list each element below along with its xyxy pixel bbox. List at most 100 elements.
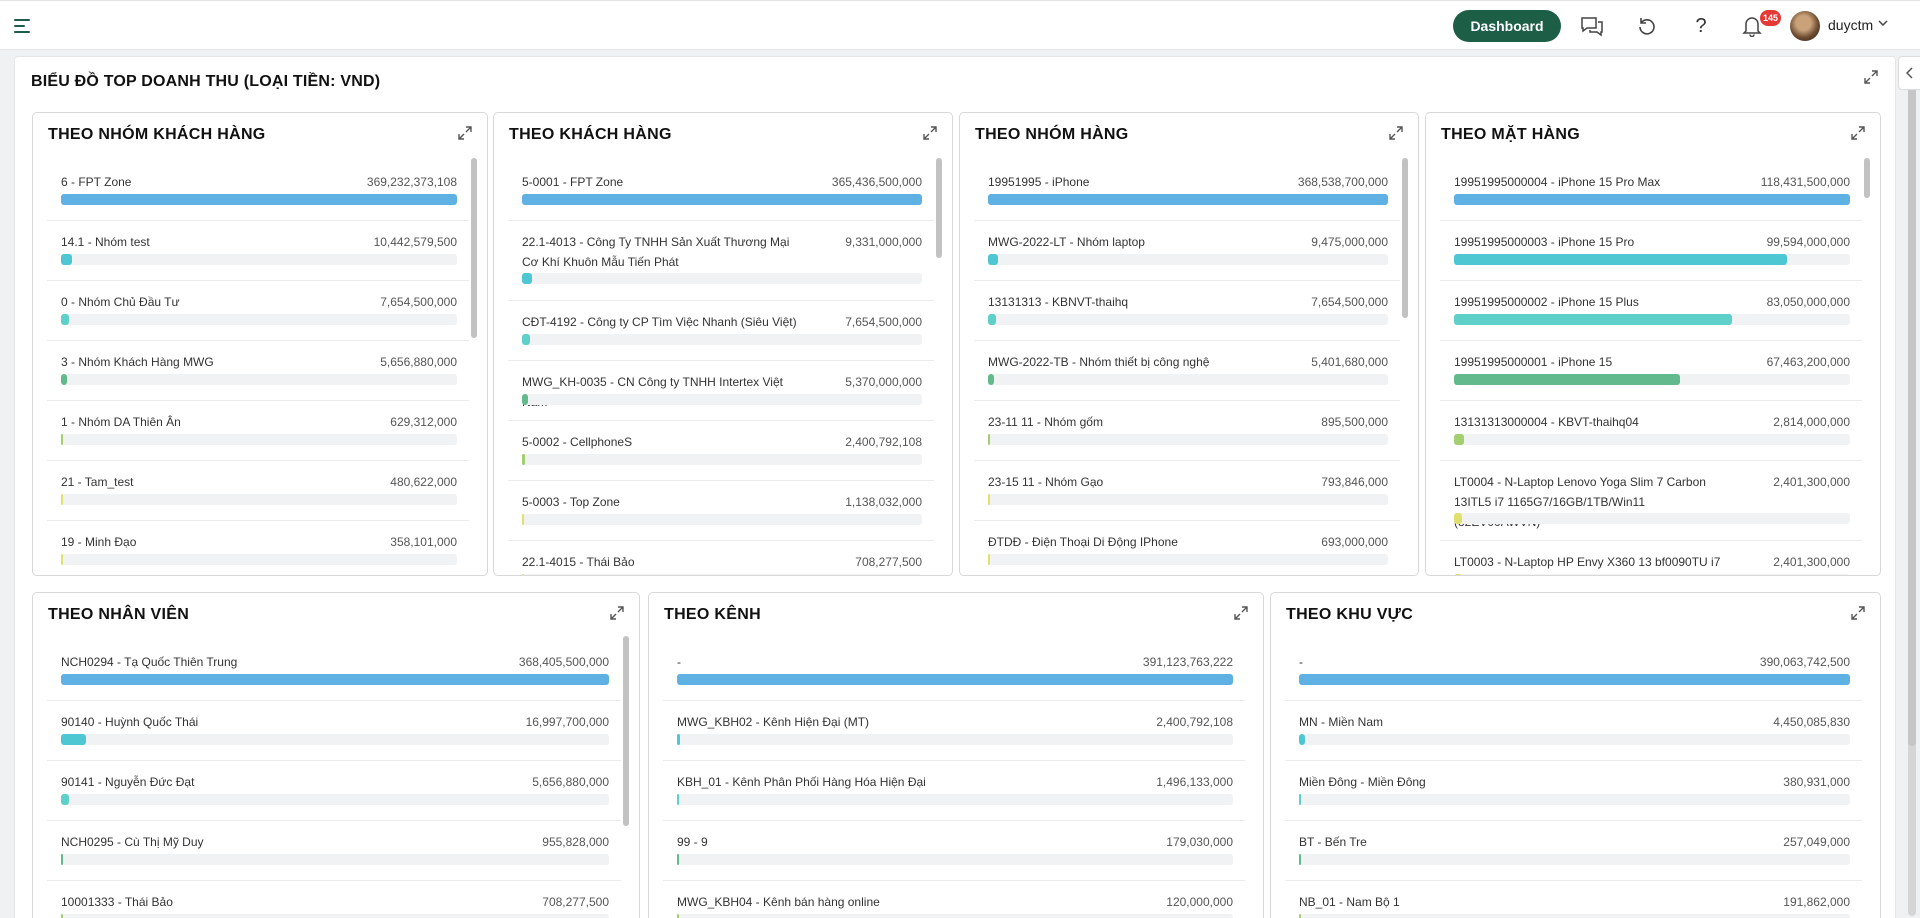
bar-value: 5,656,880,000 [380,355,457,369]
bar-row[interactable]: 19951995000002 - iPhone 15 Plus 83,050,00… [1440,281,1862,341]
bar-row[interactable]: MWG_KH-0035 - CN Công ty TNHH Intertex V… [508,361,934,421]
panel-scrollbar[interactable] [936,158,942,258]
bar-row[interactable]: 99 - 9 179,030,000 [663,821,1245,881]
bar-row[interactable]: 21 - Tam_test 480,622,000 [47,461,469,521]
dashboard-button[interactable]: Dashboard [1453,10,1561,42]
chat-icon[interactable] [1579,13,1605,39]
bar-fill [61,674,609,685]
bar-row[interactable]: Miền Đông - Miền Đông 380,931,000 [1285,761,1862,821]
bar-fill [988,194,1388,205]
bar-track [522,574,922,575]
bar-row[interactable]: 13131313000004 - KBVT-thaihq04 2,814,000,… [1440,401,1862,461]
bar-fill [61,794,69,805]
panel-expand-button[interactable] [1848,603,1868,623]
bar-row[interactable]: 14.1 - Nhóm test 10,442,579,500 [47,221,469,281]
bar-row[interactable]: 19951995000003 - iPhone 15 Pro 99,594,000… [1440,221,1862,281]
bar-row[interactable]: 10001333 - Thái Bảo 708,277,500 [47,881,621,918]
bar-fill [1299,794,1301,805]
bar-row[interactable]: 19951995000004 - iPhone 15 Pro Max 118,43… [1440,161,1862,221]
panel-title: THEO KHÁCH HÀNG [509,126,672,143]
bar-row[interactable]: 90141 - Nguyễn Đức Đạt 5,656,880,000 [47,761,621,821]
bar-row[interactable]: 19 - Minh Đạo 358,101,000 [47,521,469,575]
bar-list: 5-0001 - FPT Zone 365,436,500,000 22.1-401… [508,161,934,575]
bar-row[interactable]: 5-0003 - Top Zone 1,138,032,000 [508,481,934,541]
bar-row[interactable]: 6 - FPT Zone 369,232,373,108 [47,161,469,221]
page-scrollbar-thumb[interactable] [1908,56,1916,746]
page-scrollbar[interactable] [1908,56,1916,916]
bar-value: 365,436,500,000 [831,175,922,189]
bar-row[interactable]: MWG_KBH02 - Kênh Hiện Đại (MT) 2,400,792,… [663,701,1245,761]
bar-value: 118,431,500,000 [1760,175,1850,189]
bar-fill [1299,914,1301,918]
bar-row[interactable]: NCH0294 - Tạ Quốc Thiên Trung 368,405,500… [47,641,621,701]
bar-row[interactable]: 0 - Nhóm Chủ Đầu Tư 7,654,500,000 [47,281,469,341]
bar-label: NCH0295 - Cù Thị Mỹ Duy [61,835,204,849]
collapse-sidebar-button[interactable] [1898,56,1920,90]
panel-customer: THEO KHÁCH HÀNG 5-0001 - FPT Zone 365,436,… [493,112,953,576]
bar-row[interactable]: 22.1-4015 - Thái Bảo 708,277,500 [508,541,934,575]
panel-scrollbar[interactable] [1864,158,1870,198]
bar-row[interactable]: 90140 - Huỳnh Quốc Thái 16,997,700,000 [47,701,621,761]
bar-value: 67,463,200,000 [1766,355,1850,369]
bar-row[interactable]: - 390,063,742,500 [1285,641,1862,701]
expand-icon[interactable] [1863,69,1879,85]
panel-expand-button[interactable] [1848,123,1868,143]
user-name[interactable]: duyctm [1828,17,1873,33]
panel-expand-button[interactable] [920,123,940,143]
refresh-icon[interactable] [1634,13,1660,39]
bar-row[interactable]: 19951995 - iPhone 368,538,700,000 [974,161,1400,221]
bar-row[interactable]: 5-0001 - FPT Zone 365,436,500,000 [508,161,934,221]
panel-expand-button[interactable] [1386,123,1406,143]
bar-row[interactable]: NB_01 - Nam Bộ 1 191,862,000 [1285,881,1862,918]
bar-fill [61,374,67,385]
bar-row[interactable]: 13131313 - KBNVT-thaihq 7,654,500,000 [974,281,1400,341]
bar-value: 7,654,500,000 [1311,295,1388,309]
panel-expand-button[interactable] [1231,603,1251,623]
bar-track [522,194,922,205]
bar-row[interactable]: LT0003 - N-Laptop HP Envy X360 13 bf0090… [1440,541,1862,575]
bar-row[interactable]: CĐT-4192 - Công ty CP Tìm Việc Nhanh (Si… [508,301,934,361]
bar-list: 6 - FPT Zone 369,232,373,108 14.1 - Nhóm t… [47,161,469,575]
menu-icon[interactable] [14,17,34,35]
bar-row[interactable]: LT0004 - N-Laptop Lenovo Yoga Slim 7 Car… [1440,461,1862,541]
chevron-left-icon [1905,67,1913,79]
bar-list: - 391,123,763,222 MWG_KBH02 - Kênh Hiện Đạ… [663,641,1245,918]
panel-expand-button[interactable] [607,603,627,623]
bar-row[interactable]: 1 - Nhóm DA Thiên Ân 629,312,000 [47,401,469,461]
bar-label: 0 - Nhóm Chủ Đầu Tư [61,295,180,309]
avatar[interactable] [1790,11,1820,41]
page-title: BIỂU ĐỒ TOP DOANH THU (LOẠI TIỀN: VND) [31,73,381,90]
bar-fill [1454,434,1464,445]
bar-label: 14.1 - Nhóm test [61,235,150,249]
bar-value: 2,814,000,000 [1773,415,1850,429]
bar-fill [61,494,63,505]
bar-row[interactable]: 23-11 11 - Nhóm gốm 895,500,000 [974,401,1400,461]
panel-scrollbar[interactable] [623,636,629,826]
bar-row[interactable]: MWG-2022-TB - Nhóm thiết bị công nghệ 5,4… [974,341,1400,401]
bar-row[interactable]: MN - Miền Nam 4,450,085,830 [1285,701,1862,761]
bar-row[interactable]: ĐTDĐ - Điện Thoại Di Động IPhone 693,000,… [974,521,1400,575]
bar-row[interactable]: BT - Bến Tre 257,049,000 [1285,821,1862,881]
help-icon[interactable]: ? [1688,13,1714,39]
panel-expand-button[interactable] [455,123,475,143]
bar-row[interactable]: - 391,123,763,222 [663,641,1245,701]
bar-row[interactable]: 19951995000001 - iPhone 15 67,463,200,000 [1440,341,1862,401]
bar-row[interactable]: KBH_01 - Kênh Phân Phối Hàng Hóa Hiện Đạ… [663,761,1245,821]
expand-icon [1234,606,1248,620]
bar-row[interactable]: 5-0002 - CellphoneS 2,400,792,108 [508,421,934,481]
bar-fill [522,574,524,575]
chevron-down-icon[interactable] [1878,20,1888,27]
bar-row[interactable]: NCH0295 - Cù Thị Mỹ Duy 955,828,000 [47,821,621,881]
bar-label: 13131313000004 - KBVT-thaihq04 [1454,415,1639,429]
bar-row[interactable]: 23-15 11 - Nhóm Gạo 793,846,000 [974,461,1400,521]
panel-title: THEO MẶT HÀNG [1441,126,1581,143]
bar-row[interactable]: 3 - Nhóm Khách Hàng MWG 5,656,880,000 [47,341,469,401]
panel-product-group: THEO NHÓM HÀNG 19951995 - iPhone 368,538,7… [959,112,1419,576]
panel-scrollbar[interactable] [1402,158,1408,318]
bar-row[interactable]: MWG-2022-LT - Nhóm laptop 9,475,000,000 [974,221,1400,281]
bar-row[interactable]: 22.1-4013 - Công Ty TNHH Sản Xuất Thương… [508,221,934,301]
bar-row[interactable]: MWG_KBH04 - Kênh bán hàng online 120,000,… [663,881,1245,918]
bar-fill [677,914,679,918]
panel-scrollbar[interactable] [471,158,477,338]
panel-channel: THEO KÊNH - 391,123,763,222 MWG_KBH02 - Kên… [648,592,1264,918]
